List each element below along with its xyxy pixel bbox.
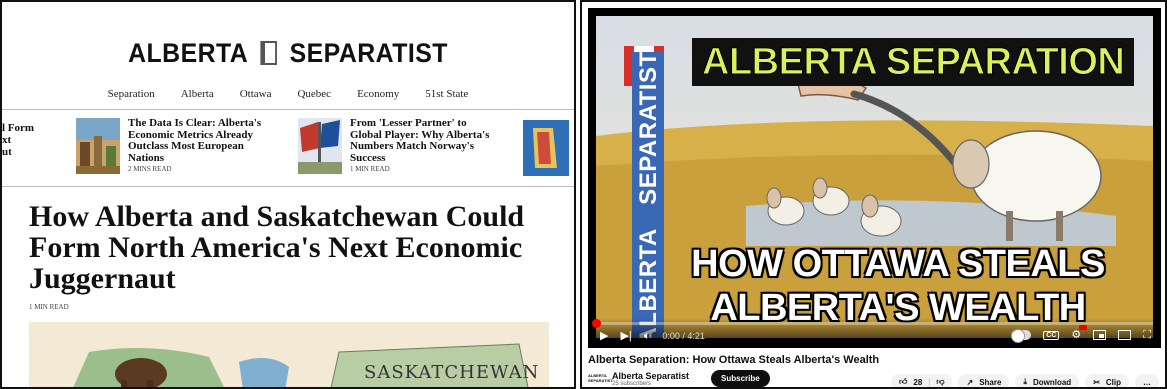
player-controls: ▶ ▶| 🔈︎ 0:00 / 4:21 CC ⚙ ⛶	[588, 318, 1161, 348]
thumbnail-title-top: ALBERTA SEPARATION	[692, 38, 1135, 86]
story-read-time: 1 MIN READ	[350, 165, 390, 173]
share-button[interactable]: ↗ Share	[958, 374, 1010, 387]
video-player[interactable]: ALBERTA SEPARATIST ALBERTA SEPARATION HO…	[588, 8, 1161, 348]
time-display: 0:00 / 4:21	[662, 331, 705, 341]
subscribe-button[interactable]: Subscribe	[711, 370, 770, 387]
share-arrow-icon: ↗	[966, 377, 974, 387]
download-icon: ⤓	[1023, 377, 1027, 386]
story-title: From 'Lesser Partner' to Global Player: …	[350, 117, 490, 164]
more-actions-button[interactable]: …	[1135, 374, 1159, 387]
subscriber-count: 25 subscribers	[612, 380, 652, 387]
thumbs-up-icon[interactable]: 👍︎	[899, 377, 907, 387]
website-panel: ALBERTA SEPARATIST Separation Alberta Ot…	[0, 0, 576, 389]
site-nav: Separation Alberta Ottawa Quebec Economy…	[2, 88, 574, 100]
thumbnail-title-bottom: HOW OTTAWA STEALS ALBERTA'S WEALTH	[691, 243, 1105, 329]
video-actions: 👍︎ 28 | 👎︎ ↗ Share ⤓ Download ✂ Clip …	[891, 374, 1159, 387]
story-thumbnail-map[interactable]	[523, 120, 569, 176]
divider	[2, 109, 574, 110]
story-card[interactable]: From 'Lesser Partner' to Global Player: …	[298, 117, 500, 174]
nav-item-ottawa[interactable]: Ottawa	[240, 88, 272, 100]
clip-button[interactable]: ✂ Clip	[1085, 374, 1129, 387]
logo-text-right: SEPARATIST	[289, 38, 448, 68]
channel-brand-text: ALBERTA SEPARATIST	[635, 51, 662, 338]
divider: |	[928, 377, 931, 387]
video-page-panel: ALBERTA SEPARATIST ALBERTA SEPARATION HO…	[580, 0, 1167, 389]
next-icon[interactable]: ▶|	[620, 330, 631, 342]
divider	[2, 186, 574, 187]
download-button[interactable]: ⤓ Download	[1015, 374, 1080, 387]
theater-mode-icon[interactable]	[1118, 330, 1132, 340]
story-card[interactable]: The Data Is Clear: Alberta's Economic Me…	[76, 117, 278, 174]
flag-logo-icon	[260, 41, 277, 65]
like-count: 28	[913, 377, 923, 387]
cut-off-story-title[interactable]: l Form xt ut	[2, 122, 42, 158]
article-headline: How Alberta and Saskatchewan Could Form …	[29, 200, 525, 295]
site-logo[interactable]: ALBERTA SEPARATIST	[25, 38, 551, 69]
nav-item-separation[interactable]: Separation	[108, 88, 155, 100]
nav-item-quebec[interactable]: Quebec	[297, 88, 331, 100]
story-read-time: 2 MINS READ	[128, 165, 172, 173]
nav-item-economy[interactable]: Economy	[357, 88, 399, 100]
story-thumbnail	[76, 118, 120, 174]
settings-gear-icon[interactable]: ⚙	[1071, 325, 1088, 341]
hd-badge	[1079, 325, 1088, 330]
story-carousel: l Form xt ut The Data Is Clear: Alberta'…	[2, 117, 574, 180]
volume-icon[interactable]: 🔈︎	[644, 330, 651, 342]
play-icon[interactable]: ▶	[600, 330, 608, 342]
captions-icon[interactable]: CC	[1043, 330, 1060, 340]
autoplay-toggle[interactable]	[1011, 329, 1032, 343]
scissors-icon: ✂	[1093, 377, 1100, 387]
progress-bar[interactable]	[592, 319, 1153, 328]
scrubber-handle[interactable]	[592, 319, 601, 328]
fullscreen-icon[interactable]: ⛶	[1143, 329, 1151, 341]
channel-name[interactable]: Alberta Separatist	[612, 371, 689, 381]
channel-row: ALBERTA SEPARATIST Alberta Separatist 25…	[588, 370, 770, 387]
nav-item-51st-state[interactable]: 51st State	[425, 88, 468, 100]
map-label: SASKATCHEWAN	[364, 362, 540, 383]
story-title: The Data Is Clear: Alberta's Economic Me…	[128, 117, 262, 164]
video-frame[interactable]: ALBERTA SEPARATIST ALBERTA SEPARATION HO…	[596, 16, 1153, 338]
channel-avatar[interactable]: ALBERTA SEPARATIST	[588, 373, 613, 385]
article-read-time: 1 MIN READ	[29, 303, 69, 311]
article-hero-image: SASKATCHEWAN	[29, 322, 549, 387]
thumbs-down-icon[interactable]: 👎︎	[936, 377, 944, 387]
logo-text-left: ALBERTA	[128, 38, 248, 68]
miniplayer-icon[interactable]	[1093, 330, 1107, 340]
nav-item-alberta[interactable]: Alberta	[181, 88, 214, 100]
video-title: Alberta Separation: How Ottawa Steals Al…	[588, 354, 880, 366]
story-thumbnail	[298, 118, 342, 174]
like-dislike-button[interactable]: 👍︎ 28 | 👎︎	[891, 374, 953, 387]
